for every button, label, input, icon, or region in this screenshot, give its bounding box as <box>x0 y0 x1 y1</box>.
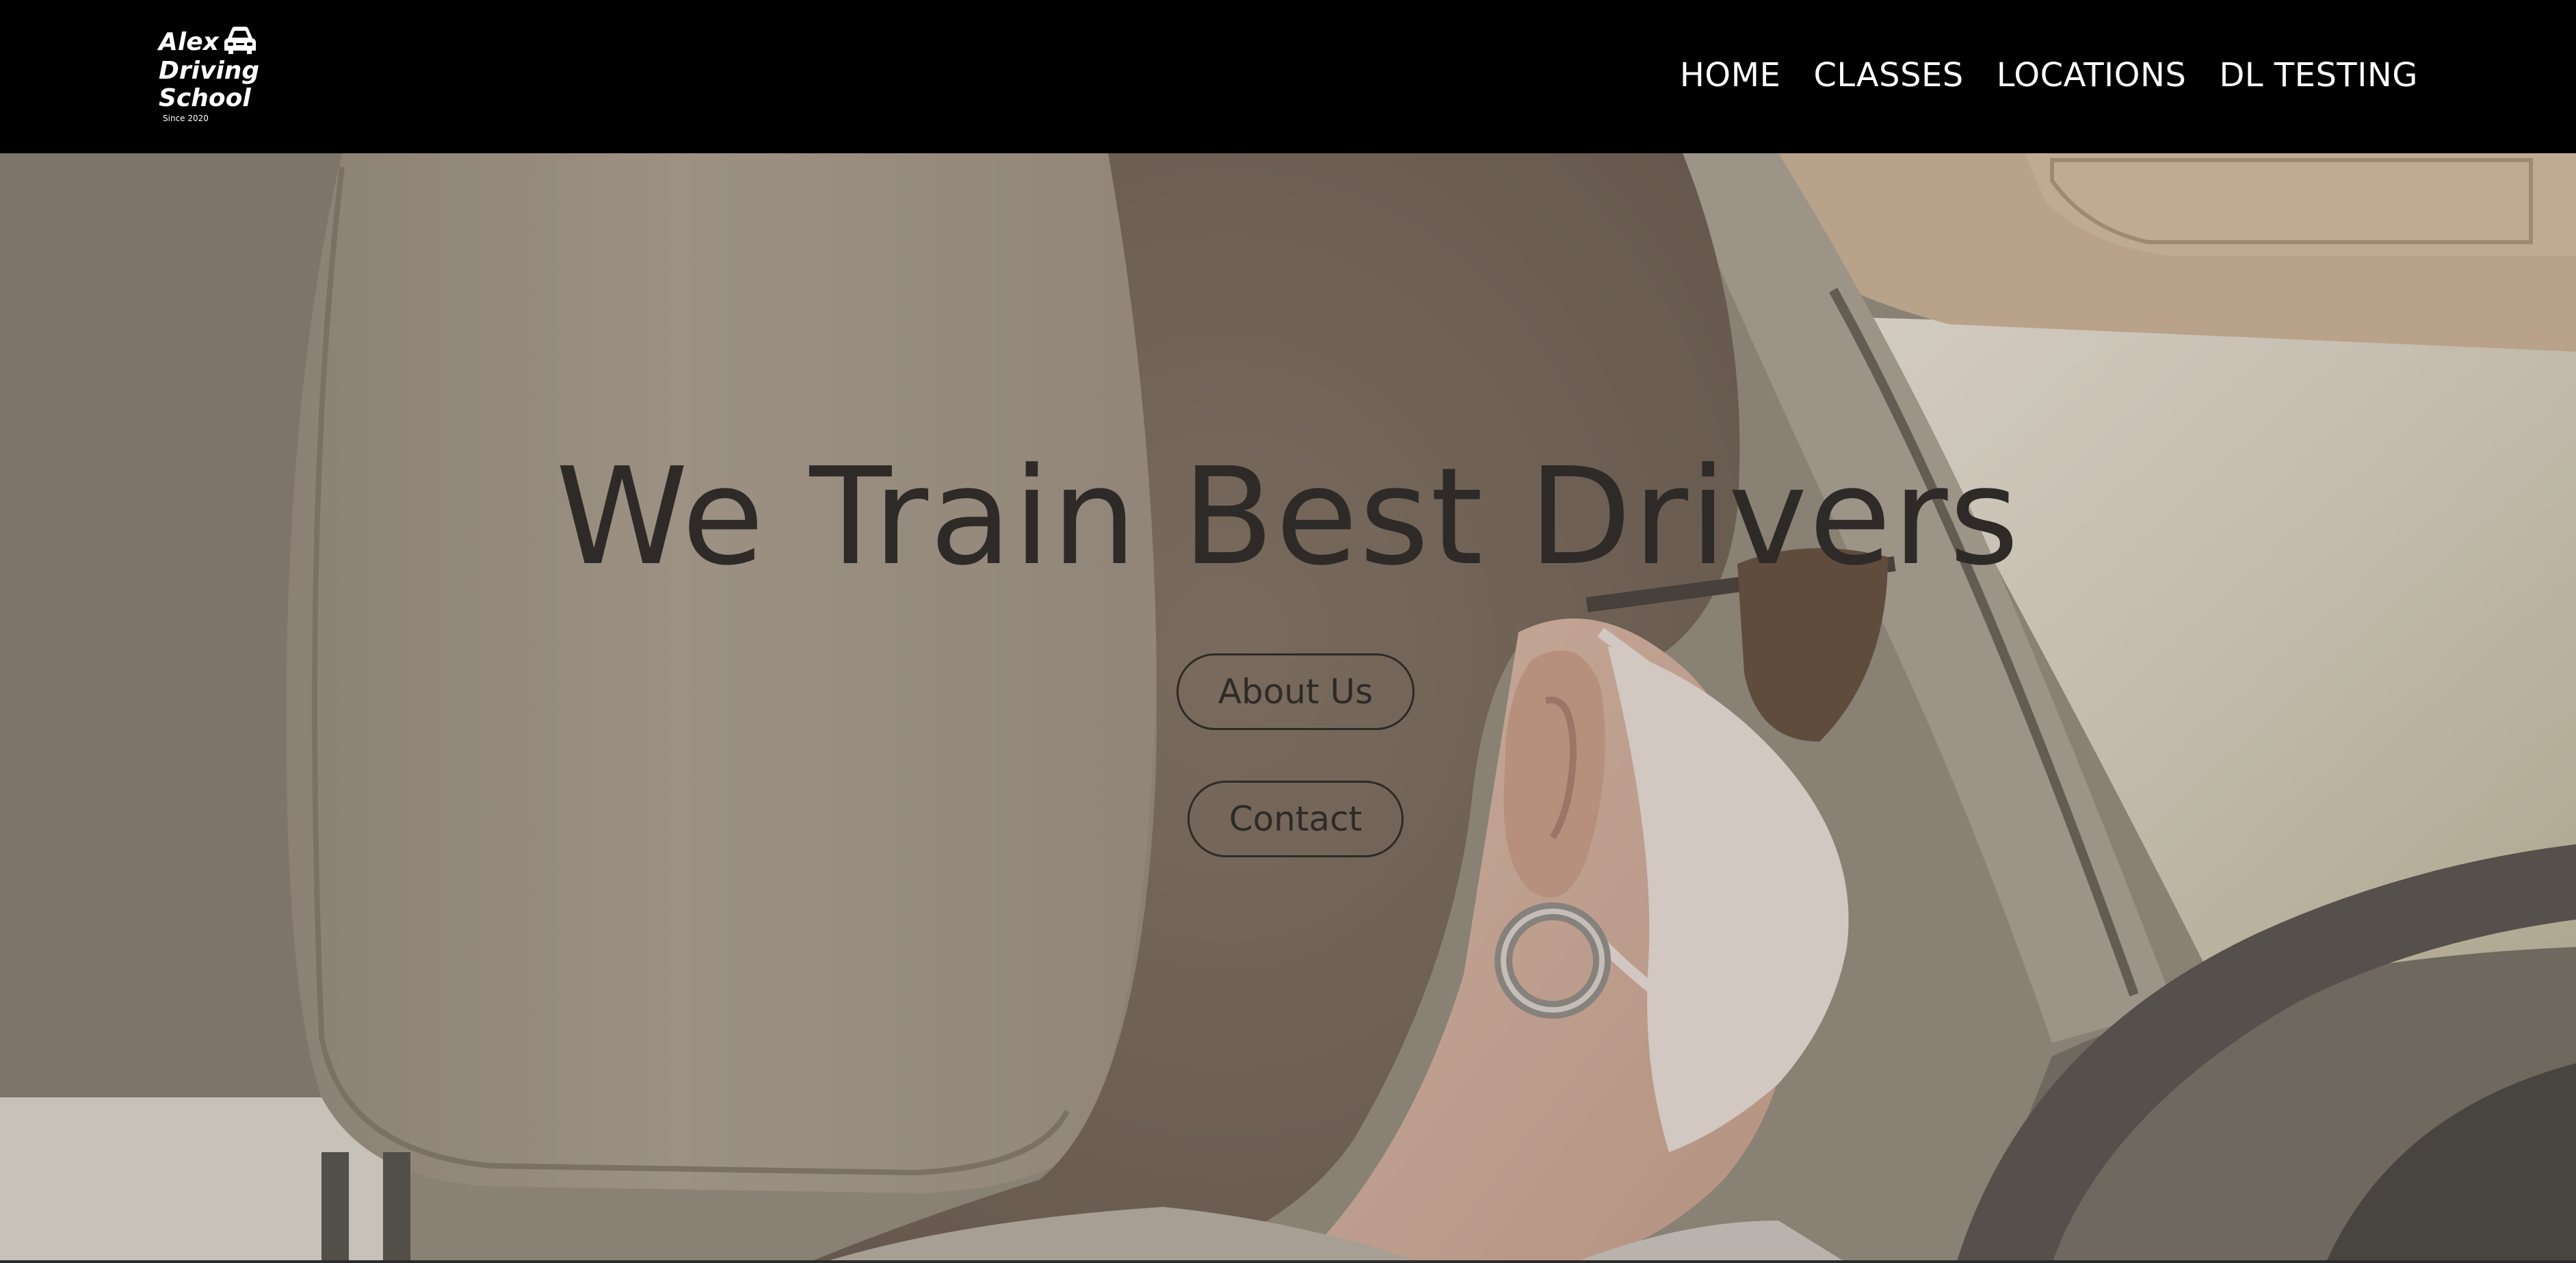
brand-name-line2: Driving <box>159 57 260 85</box>
brand-logo[interactable]: Alex Driving School Since 2020 <box>157 23 267 125</box>
brand-name-line1: Alex <box>159 28 219 56</box>
brand-name-line3: School <box>159 84 251 112</box>
page-bottom-edge <box>0 1260 2576 1263</box>
nav-dl-testing[interactable]: DL TESTING <box>2219 56 2418 94</box>
hero-section: We Train Best Drivers About Us Contact <box>0 153 2576 1263</box>
main-nav: HOME CLASSES LOCATIONS DL TESTING <box>1680 49 2418 101</box>
nav-home[interactable]: HOME <box>1680 56 1781 94</box>
nav-classes[interactable]: CLASSES <box>1813 56 1963 94</box>
hero-title: We Train Best Drivers <box>555 439 2021 595</box>
brand-since: Since 2020 <box>163 114 209 123</box>
car-icon <box>224 27 256 54</box>
contact-button[interactable]: Contact <box>1187 781 1404 857</box>
about-us-button[interactable]: About Us <box>1177 653 1415 730</box>
nav-locations[interactable]: LOCATIONS <box>1997 56 2187 94</box>
navbar: Alex Driving School Since 2020 HOME CLAS… <box>0 0 2576 153</box>
